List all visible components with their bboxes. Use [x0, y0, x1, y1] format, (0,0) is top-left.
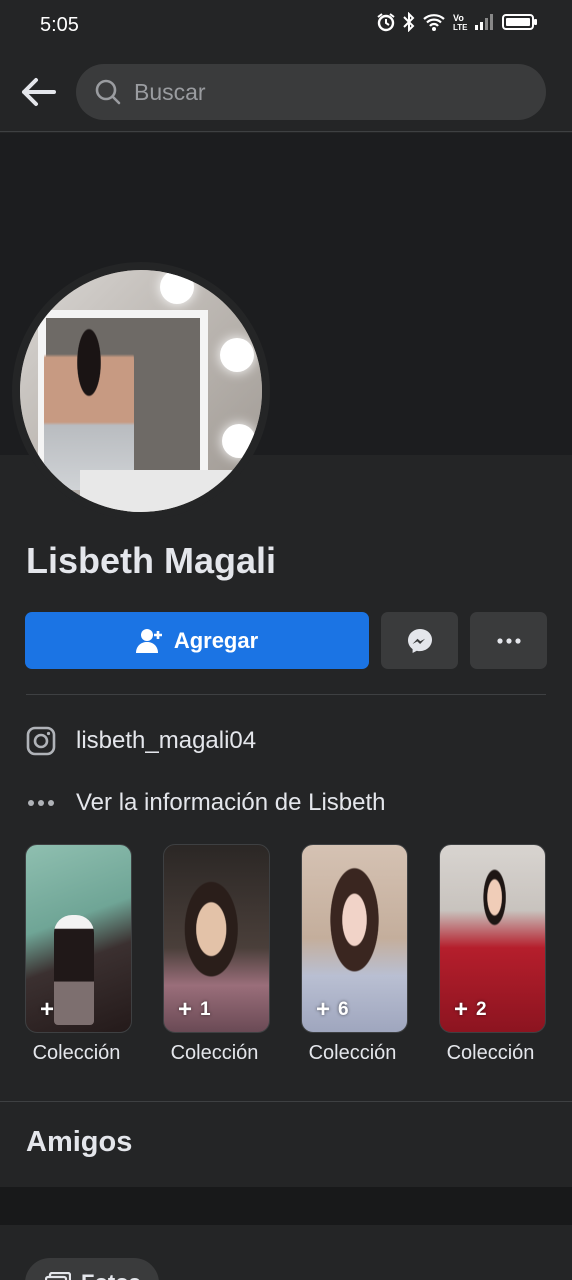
back-button[interactable] — [16, 72, 60, 112]
search-input[interactable] — [134, 78, 514, 106]
add-friend-label: Agregar — [173, 627, 259, 653]
collection-thumbnail: +6 — [301, 844, 408, 1033]
collection-count: +2 — [40, 996, 73, 1023]
profile-picture[interactable] — [12, 262, 270, 520]
section-divider — [0, 1101, 572, 1102]
svg-text:LTE: LTE — [453, 23, 468, 32]
collection-label: Colección — [308, 1042, 397, 1064]
battery-icon — [502, 14, 537, 30]
bluetooth-icon — [403, 12, 415, 32]
collection-item[interactable]: +6 Colección — [301, 844, 408, 1065]
top-bar — [0, 52, 572, 132]
collection-count: +2 — [454, 996, 487, 1023]
profile-name: Lisbeth Magali — [26, 540, 277, 581]
signal-icon — [475, 14, 493, 30]
instagram-handle: lisbeth_magali04 — [76, 727, 257, 754]
collection-thumbnail: +2 — [25, 844, 132, 1033]
photos-tab-chip[interactable]: Fotos — [25, 1258, 159, 1280]
alarm-icon — [377, 13, 395, 32]
more-options-button[interactable] — [470, 612, 547, 669]
more-dots-icon — [26, 784, 56, 822]
collection-item[interactable]: +2 Colección — [25, 844, 132, 1065]
messenger-button[interactable] — [381, 612, 458, 669]
status-time: 5:05 — [40, 14, 79, 36]
messenger-icon — [407, 628, 432, 653]
photos-chip-label: Fotos — [81, 1270, 141, 1280]
volte-icon: VoLTE — [453, 13, 468, 32]
collection-label: Colección — [32, 1042, 121, 1064]
status-bar: 5:05 Vo LTE — [0, 0, 572, 52]
avatar — [20, 270, 262, 512]
section-separator-band — [0, 1187, 572, 1225]
collection-label: Colección — [446, 1042, 535, 1064]
search-icon — [95, 79, 121, 105]
collection-item[interactable]: +1 Colección — [163, 844, 270, 1065]
collection-count: +1 — [178, 996, 211, 1023]
photos-icon — [45, 1272, 71, 1280]
featured-collections: +2 Colección +1 Colección +6 Colección +… — [25, 844, 572, 1074]
svg-text:Vo: Vo — [453, 13, 464, 23]
collection-count: +6 — [316, 996, 349, 1023]
about-info-link[interactable]: Ver la información de Lisbeth — [26, 784, 386, 822]
collection-item[interactable]: +2 Colección — [439, 844, 546, 1065]
collection-thumbnail: +1 — [163, 844, 270, 1033]
collection-thumbnail: +2 — [439, 844, 546, 1033]
about-info-label: Ver la información de Lisbeth — [76, 789, 386, 816]
arrow-left-icon — [22, 78, 56, 106]
search-box[interactable] — [76, 64, 546, 120]
instagram-icon — [26, 722, 56, 760]
add-friend-button[interactable]: Agregar — [25, 612, 369, 669]
wifi-icon — [423, 14, 445, 31]
friends-section-title: Amigos — [26, 1126, 133, 1158]
collection-label: Colección — [170, 1042, 259, 1064]
divider — [26, 694, 546, 695]
instagram-link[interactable]: lisbeth_magali04 — [26, 722, 256, 760]
add-friend-icon — [135, 628, 162, 653]
status-icons: Vo LTE — [376, 12, 538, 32]
more-dots-icon — [496, 637, 521, 644]
